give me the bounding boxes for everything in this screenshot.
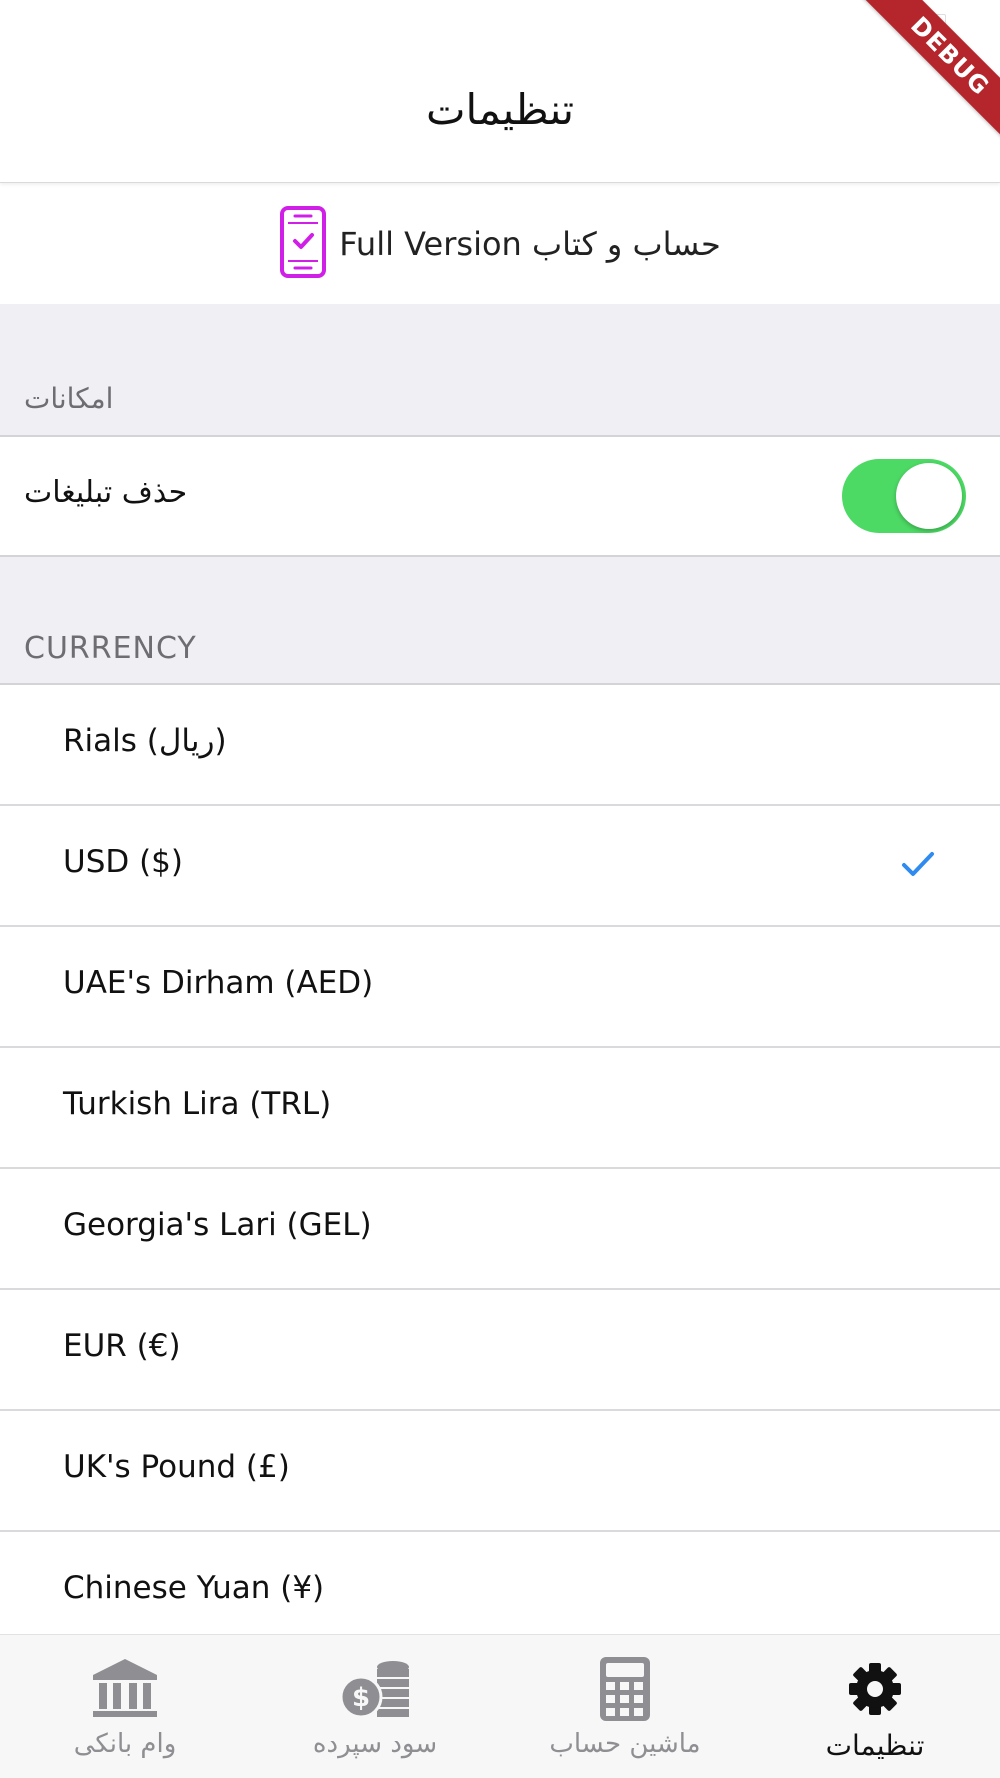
tab-deposit-interest[interactable]: $ سود سپرده	[250, 1635, 500, 1778]
currency-item-eur[interactable]: EUR (€)	[0, 1290, 1000, 1411]
currency-item-aed[interactable]: UAE's Dirham (AED)	[0, 927, 1000, 1048]
tab-label: ماشین حساب	[549, 1729, 701, 1759]
currency-item-usd[interactable]: USD ($)	[0, 806, 1000, 927]
remove-ads-label: حذف تبلیغات	[24, 475, 188, 510]
currency-label: EUR (€)	[63, 1328, 181, 1364]
bottom-navigation: وام بانکی $ سود سپرده ماشین حساب تنظیمات	[0, 1634, 1000, 1778]
svg-text:$: $	[352, 1683, 370, 1713]
tab-label: تنظیمات	[825, 1729, 925, 1762]
app-bar: تنظیمات	[0, 0, 1000, 183]
tab-settings[interactable]: تنظیمات	[750, 1635, 1000, 1778]
currency-item-gel[interactable]: Georgia's Lari (GEL)	[0, 1169, 1000, 1290]
remove-ads-row: حذف تبلیغات	[0, 437, 1000, 557]
coins-dollar-icon: $	[335, 1655, 415, 1725]
currency-item-trl[interactable]: Turkish Lira (TRL)	[0, 1048, 1000, 1169]
currency-item-gbp[interactable]: UK's Pound (£)	[0, 1411, 1000, 1532]
full-version-label: حساب و کتاب Full Version	[339, 225, 721, 263]
currency-section-title: CURRENCY	[24, 631, 197, 666]
tab-calculator[interactable]: ماشین حساب	[500, 1635, 750, 1778]
page-title: تنظیمات	[425, 85, 575, 134]
features-section-header: امکانات	[0, 304, 1000, 437]
gear-icon	[835, 1655, 915, 1725]
toggle-knob	[896, 463, 962, 529]
currency-label: UAE's Dirham (AED)	[63, 965, 374, 1001]
full-version-row[interactable]: حساب و کتاب Full Version	[0, 184, 1000, 304]
currency-label: Georgia's Lari (GEL)	[63, 1207, 372, 1243]
bank-icon	[85, 1655, 165, 1725]
currency-label: Chinese Yuan (¥)	[63, 1570, 325, 1606]
features-section-title: امکانات	[24, 382, 114, 415]
currency-section-header: CURRENCY	[0, 557, 1000, 685]
currency-label: UK's Pound (£)	[63, 1449, 290, 1485]
checkmark-icon	[898, 844, 938, 884]
currency-label: Turkish Lira (TRL)	[63, 1086, 332, 1122]
tab-label: وام بانکی	[73, 1729, 177, 1759]
phone-check-icon	[279, 205, 327, 283]
calculator-icon	[585, 1655, 665, 1725]
currency-label: USD ($)	[63, 844, 184, 880]
tab-label: سود سپرده	[312, 1729, 438, 1759]
currency-list: Rials (ریال) USD ($) UAE's Dirham (AED) …	[0, 685, 1000, 1653]
currency-item-rials[interactable]: Rials (ریال)	[0, 685, 1000, 806]
currency-label: Rials (ریال)	[63, 723, 227, 759]
settings-screen: تنظیمات DEBUG حساب و کتاب Full Version ا…	[0, 0, 1000, 1778]
remove-ads-toggle[interactable]	[842, 459, 966, 533]
tab-bank-loan[interactable]: وام بانکی	[0, 1635, 250, 1778]
